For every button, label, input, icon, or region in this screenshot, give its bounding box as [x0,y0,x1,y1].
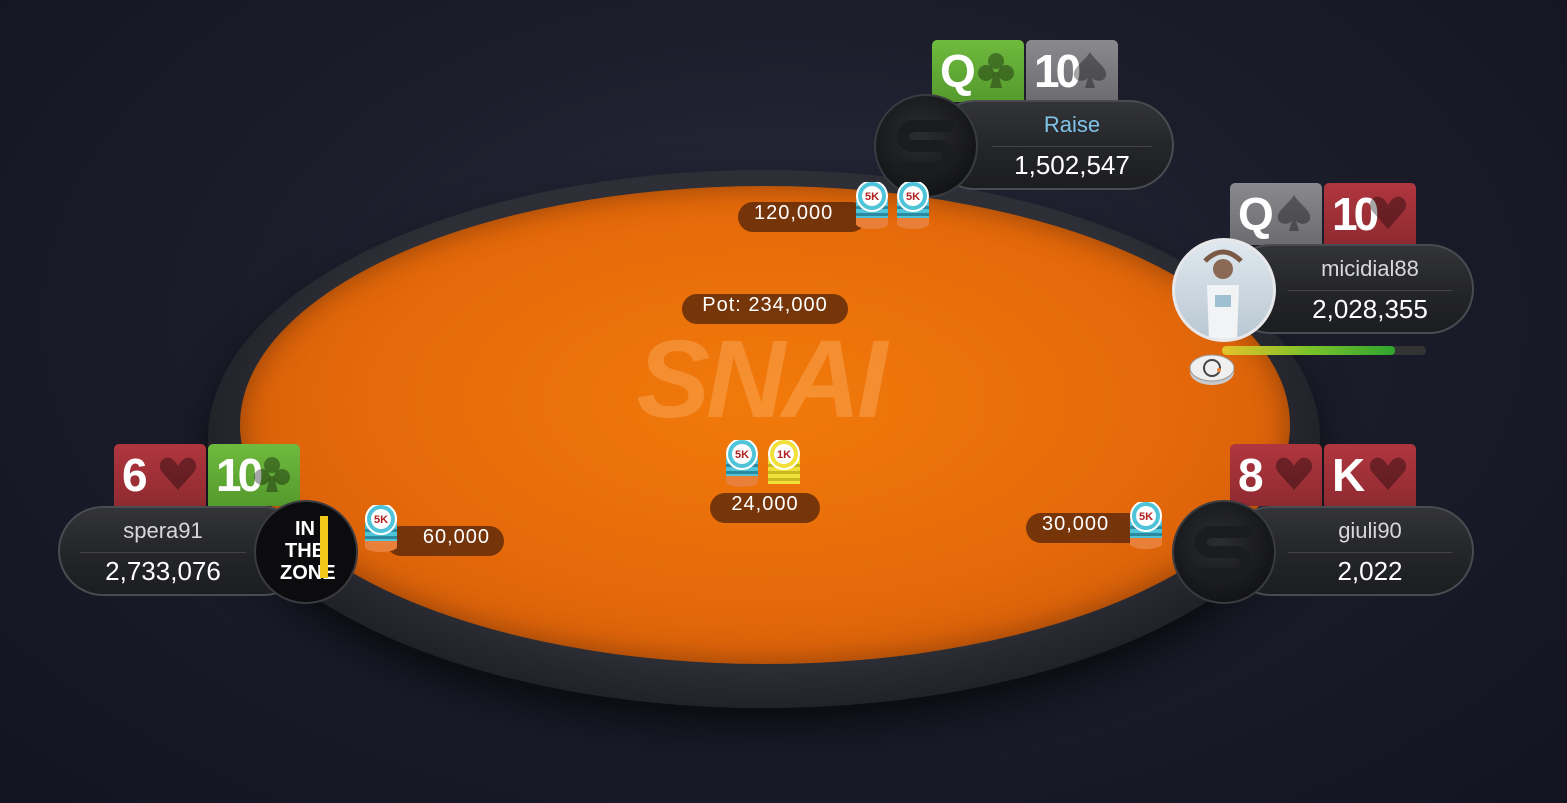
card-q-club: Q [932,40,1024,102]
pot-label: Pot: 234,000 [682,294,848,324]
spade-icon [1274,191,1314,235]
card-8-heart: 8 [1230,444,1322,506]
spade-icon [1070,48,1110,92]
player-avatar[interactable] [1172,238,1276,342]
card-rank: K [1332,449,1365,501]
heart-icon [1368,191,1408,235]
chip-5k-icon [1128,502,1164,550]
card-10-spade: 10 [1026,40,1118,102]
logo-accent [320,516,328,578]
divider [1288,552,1452,553]
player-bet: 120,000 [738,202,866,232]
snai-logo-icon [876,96,976,196]
divider [992,146,1152,147]
divider [1288,290,1452,291]
chip-1k-icon [766,440,802,488]
player-name: spera91 [123,518,203,543]
card-10-club: 10 [208,444,300,506]
chip-5k-icon [854,182,890,230]
card-rank: 8 [1238,449,1264,501]
timer-bar [1222,346,1426,355]
player-bet: 60,000 [386,526,504,556]
player-avatar[interactable] [1172,500,1276,604]
club-icon [976,48,1016,92]
player-stack: 2,733,076 [105,556,221,586]
player-stack: 2,028,355 [1312,294,1428,324]
card-6-heart: 6 [114,444,206,506]
divider [80,552,246,553]
card-10-heart: 10 [1324,183,1416,245]
heart-icon [158,452,198,496]
player-name: giuli90 [1338,518,1402,543]
player-name: Raise [1043,112,1101,137]
player-name: micidial88 [1321,256,1419,281]
dealer-button-icon [1189,354,1235,385]
club-icon [252,452,292,496]
player-avatar[interactable]: IN THE ZONE [254,500,358,604]
brand-logo: SNAI [636,318,888,441]
timer-fill [1222,346,1396,355]
person-photo-icon [1203,249,1243,339]
chip-5k-icon [895,182,931,230]
heart-icon [1274,452,1314,496]
card-rank: Q [1238,188,1274,240]
card-q-spade: Q [1230,183,1322,245]
snai-logo-icon [1174,502,1274,602]
player-stack: 2,022 [1337,556,1403,586]
chip-5k-icon [363,505,399,553]
card-rank: Q [940,45,976,97]
card-rank: 6 [122,449,148,501]
chip-5k-icon [724,440,760,488]
card-k-heart: K [1324,444,1416,506]
player-stack: 1,502,547 [1014,150,1130,180]
heart-icon [1368,452,1408,496]
center-bet: 24,000 [710,493,820,523]
